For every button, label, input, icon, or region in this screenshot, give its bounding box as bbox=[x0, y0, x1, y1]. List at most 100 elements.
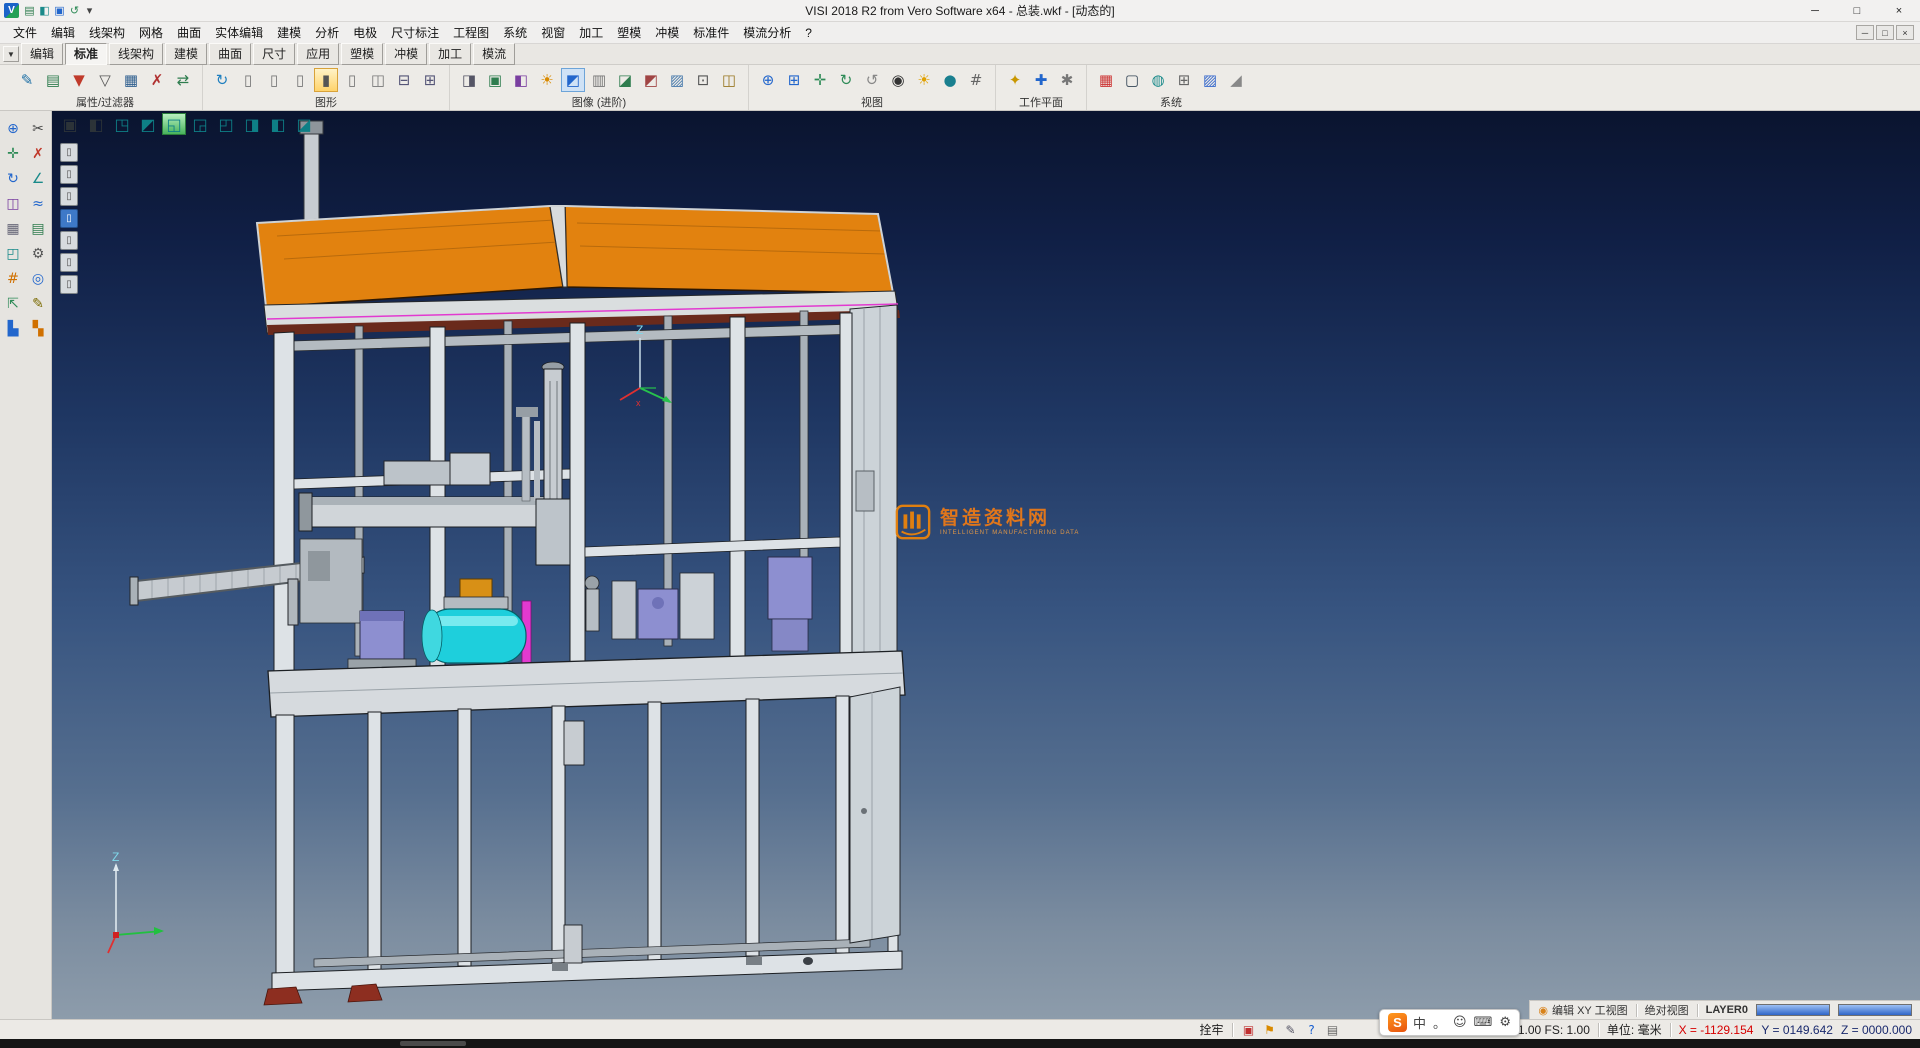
mirror-icon[interactable]: ◫ bbox=[1, 192, 25, 216]
screen-split-icon[interactable]: ◧ bbox=[84, 113, 108, 135]
rotate-view-icon[interactable]: ↻ bbox=[834, 68, 858, 92]
zoom-all-icon[interactable]: ⊕ bbox=[756, 68, 780, 92]
menu-item[interactable]: 加工 bbox=[572, 24, 610, 41]
swap-filter-icon[interactable]: ⇄ bbox=[171, 68, 195, 92]
angle-icon[interactable]: ∠ bbox=[26, 167, 50, 191]
viewport-3d[interactable]: Z x Z bbox=[52, 111, 1920, 1019]
target-icon[interactable]: ◎ bbox=[26, 267, 50, 291]
cube-top-icon[interactable]: ◩ bbox=[136, 113, 160, 135]
delete-icon[interactable]: ✗ bbox=[26, 142, 50, 166]
new-doc-icon[interactable]: ▤ bbox=[22, 3, 37, 18]
quickbar-caret-icon[interactable]: ▾ bbox=[82, 3, 97, 18]
zoom-select-icon[interactable]: ⊕ bbox=[1, 117, 25, 141]
cube-left-icon[interactable]: ◰ bbox=[214, 113, 238, 135]
doc-slot-6-icon[interactable]: ▯ bbox=[60, 253, 78, 272]
flag-icon[interactable]: ⚑ bbox=[1262, 1022, 1278, 1038]
ime-punctuation[interactable]: 。 bbox=[1433, 1013, 1446, 1032]
ime-keyboard-icon[interactable]: ⌨ bbox=[1474, 1015, 1493, 1030]
filter-add-icon[interactable]: ▼ bbox=[67, 68, 91, 92]
workplane-align-icon[interactable]: ✱ bbox=[1055, 68, 1079, 92]
menu-item[interactable]: 系统 bbox=[496, 24, 534, 41]
light-icon[interactable]: ☀ bbox=[535, 68, 559, 92]
doc-slot-7-icon[interactable]: ▯ bbox=[60, 275, 78, 294]
shaded-view-icon[interactable]: ▮ bbox=[314, 68, 338, 92]
ime-emoji-icon[interactable]: ☺ bbox=[1453, 1015, 1467, 1030]
mesh-icon[interactable]: ▦ bbox=[1, 217, 25, 241]
menu-item[interactable]: 网格 bbox=[132, 24, 170, 41]
menu-item[interactable]: 工程图 bbox=[446, 24, 496, 41]
eye-icon[interactable]: ◉ bbox=[886, 68, 910, 92]
measure-icon[interactable]: # bbox=[964, 68, 988, 92]
close-button[interactable]: × bbox=[1878, 0, 1920, 21]
help-icon[interactable]: ? bbox=[1304, 1022, 1320, 1038]
menu-item[interactable]: 塑模 bbox=[610, 24, 648, 41]
globe-icon[interactable]: ◍ bbox=[1146, 68, 1170, 92]
chart-blue-icon[interactable]: ▙ bbox=[1, 317, 25, 341]
layer-edit-icon[interactable]: ▦ bbox=[119, 68, 143, 92]
menu-item[interactable]: 冲模 bbox=[648, 24, 686, 41]
cube-right-icon[interactable]: ◲ bbox=[188, 113, 212, 135]
shade-sphere-icon[interactable]: ● bbox=[938, 68, 962, 92]
menu-item[interactable]: 尺寸标注 bbox=[384, 24, 446, 41]
snap-grid-icon[interactable]: ▣ bbox=[1241, 1022, 1257, 1038]
menu-item[interactable]: 文件 bbox=[6, 24, 44, 41]
shadow-icon[interactable]: ◩ bbox=[561, 68, 585, 92]
ime-settings-icon[interactable]: ⚙ bbox=[1499, 1015, 1511, 1030]
palette-icon[interactable]: ▦ bbox=[1094, 68, 1118, 92]
lock-toggle[interactable]: 拴牢 bbox=[1199, 1021, 1223, 1038]
material-icon[interactable]: ◧ bbox=[509, 68, 533, 92]
minimize-button[interactable]: ─ bbox=[1794, 0, 1836, 21]
cube-back-icon[interactable]: ◨ bbox=[240, 113, 264, 135]
background-icon[interactable]: ▥ bbox=[587, 68, 611, 92]
menu-item[interactable]: 电极 bbox=[346, 24, 384, 41]
screen-icon[interactable]: ▣ bbox=[58, 113, 82, 135]
menu-item[interactable]: 建模 bbox=[270, 24, 308, 41]
section-view-icon[interactable]: ⊟ bbox=[392, 68, 416, 92]
ramp-icon[interactable]: ◢ bbox=[1224, 68, 1248, 92]
menu-item[interactable]: ? bbox=[798, 26, 819, 40]
sun-icon[interactable]: ☀ bbox=[912, 68, 936, 92]
cube-iso2-icon[interactable]: ◪ bbox=[292, 113, 316, 135]
hatch-icon[interactable]: ▨ bbox=[1198, 68, 1222, 92]
corner-view-icon[interactable]: ◰ bbox=[1, 242, 25, 266]
transparency-icon[interactable]: ◩ bbox=[639, 68, 663, 92]
workplane-new-icon[interactable]: ✚ bbox=[1029, 68, 1053, 92]
save-icon[interactable]: ▣ bbox=[52, 3, 67, 18]
pan-icon[interactable]: ✛ bbox=[808, 68, 832, 92]
grid-settings-icon[interactable]: ⊞ bbox=[1172, 68, 1196, 92]
zoom-window-icon[interactable]: ⊞ bbox=[782, 68, 806, 92]
trim-scissors-icon[interactable]: ✂ bbox=[26, 117, 50, 141]
doc-slot-2-icon[interactable]: ▯ bbox=[60, 165, 78, 184]
menu-item[interactable]: 视窗 bbox=[534, 24, 572, 41]
workplane-chip[interactable]: ◉ 编辑 XY 工视图 bbox=[1538, 1002, 1627, 1018]
gear-icon[interactable]: ⚙ bbox=[26, 242, 50, 266]
list-icon[interactable]: ▤ bbox=[1325, 1022, 1341, 1038]
menu-item[interactable]: 实体编辑 bbox=[208, 24, 270, 41]
menu-item[interactable]: 标准件 bbox=[686, 24, 736, 41]
cylinder-style3-icon[interactable]: ▯ bbox=[288, 68, 312, 92]
view-properties-icon[interactable]: ▤ bbox=[41, 68, 65, 92]
pen-icon[interactable]: ✎ bbox=[26, 292, 50, 316]
edit-pen-icon[interactable]: ✎ bbox=[1283, 1022, 1299, 1038]
cylinder-style-icon[interactable]: ▯ bbox=[236, 68, 260, 92]
reflection-icon[interactable]: ◪ bbox=[613, 68, 637, 92]
texture-icon[interactable]: ▣ bbox=[483, 68, 507, 92]
filter-remove-icon[interactable]: ▽ bbox=[93, 68, 117, 92]
menu-item[interactable]: 编辑 bbox=[44, 24, 82, 41]
open-file-icon[interactable]: ◧ bbox=[37, 3, 52, 18]
monitor-icon[interactable]: ▢ bbox=[1120, 68, 1144, 92]
previous-view-icon[interactable]: ↺ bbox=[860, 68, 884, 92]
gallery-icon[interactable]: ▨ bbox=[665, 68, 689, 92]
doc-slot-5-icon[interactable]: ▯ bbox=[60, 231, 78, 250]
workplane-xy-icon[interactable]: ✦ bbox=[1003, 68, 1027, 92]
doc-slot-4-icon[interactable]: ▯ bbox=[60, 209, 78, 228]
doc-slot-1-icon[interactable]: ▯ bbox=[60, 143, 78, 162]
mdi-close-button[interactable]: × bbox=[1896, 25, 1914, 40]
move-icon[interactable]: ✛ bbox=[1, 142, 25, 166]
compare-icon[interactable]: ◫ bbox=[717, 68, 741, 92]
rotate-icon[interactable]: ↻ bbox=[1, 167, 25, 191]
cube-iso-icon[interactable]: ◳ bbox=[110, 113, 134, 135]
hash-icon[interactable]: # bbox=[1, 267, 25, 291]
sogou-logo-icon[interactable]: S bbox=[1388, 1013, 1407, 1032]
menu-item[interactable]: 分析 bbox=[308, 24, 346, 41]
